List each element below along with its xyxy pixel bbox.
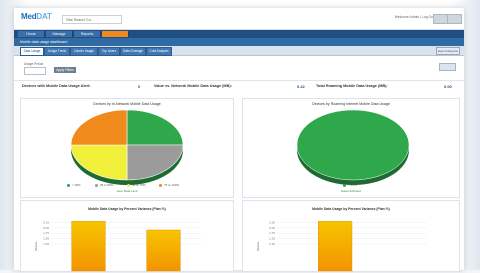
y-tick-label: 1.50	[269, 237, 275, 241]
header-button-1[interactable]	[433, 14, 448, 24]
main-nav: Home Manage Reports	[14, 30, 464, 38]
pie-panel-right: Devices by Roaming Internet Mobile Data …	[242, 98, 460, 198]
pie-slice-0[interactable]	[296, 109, 410, 181]
tab-carrier-usage[interactable]: Carrier Usage	[70, 47, 98, 56]
bar-1[interactable]	[146, 229, 181, 272]
pie-slice-3[interactable]	[70, 109, 128, 146]
nav-tab-home[interactable]: Home	[18, 31, 45, 37]
export-button[interactable]: Export Reports	[436, 47, 460, 55]
tab-usage-trend[interactable]: Usage Trend	[44, 47, 70, 56]
y-tick-label: 1.75	[43, 231, 49, 235]
pie-panel-left: Devices by In-Network Mobile Data Usage …	[20, 98, 234, 198]
pie-right-sublabel: Data Unlimited	[341, 189, 361, 193]
options-button[interactable]	[439, 63, 456, 71]
stat-value-alerts: 0	[138, 84, 141, 89]
legend-item: 75 to 100%	[159, 183, 179, 187]
bar-0[interactable]	[318, 221, 353, 272]
pie-slice-0[interactable]	[126, 109, 184, 146]
pie-slice-1[interactable]	[126, 144, 184, 181]
nav-tab-reports[interactable]: Reports	[74, 31, 101, 37]
legend-label: < 25%	[348, 183, 357, 187]
legend-item: < 25%	[67, 183, 81, 187]
y-tick-label: 2.00	[43, 226, 49, 230]
subnav-bar: Mobile data usage dashboard	[14, 38, 464, 46]
legend-item: 50 to 75%	[127, 183, 146, 187]
legend-swatch	[67, 183, 70, 187]
stats-row: Devices with Mobile Data Usage Alert: 0 …	[14, 80, 464, 97]
stat-label-roaming: Total Roaming Mobile Data Usage (MB):	[316, 84, 388, 88]
logo-accent: DAT	[36, 12, 52, 21]
legend-label: 50 to 75%	[132, 183, 146, 187]
bar-panel-right: Mobile Data Usage by Percent Variance (P…	[242, 200, 460, 272]
y-tick-label: 2.25	[269, 220, 275, 224]
legend-item: 25 to 50%	[95, 183, 114, 187]
header-button-2[interactable]	[447, 14, 462, 24]
bar-panel-left: Mobile Data Usage by Percent Variance (P…	[20, 200, 234, 272]
legend-swatch	[343, 183, 346, 187]
pie-left-sublabel: Over Data Limit	[116, 189, 138, 193]
report-tabs: Data Usage Usage Trend Carrier Usage Top…	[14, 46, 464, 56]
stat-label-network: Value vs. Network Mobile Data Usage (MB)…	[154, 84, 232, 88]
tab-data-overage[interactable]: Data Overage	[120, 47, 146, 56]
bar-left-chart: 2.25 2.001.75 1.501.25	[43, 220, 201, 272]
tab-cost-analysis[interactable]: Cost Analysis	[146, 47, 172, 56]
pie-slice-2[interactable]	[70, 144, 128, 181]
pie-left-title: Devices by In-Network Mobile Data Usage	[93, 102, 161, 106]
pie-left-chart	[70, 109, 184, 185]
pie-right-title: Devices by Roaming Internet Mobile Data …	[312, 102, 390, 106]
stat-value-roaming: 0.00	[444, 84, 452, 89]
legend-swatch	[95, 183, 98, 187]
app-window: MedDAT Site Brand Co. Welcome Admin | Lo…	[14, 8, 464, 272]
tab-data-usage[interactable]: Data Usage	[20, 47, 44, 56]
logo: MedDAT	[21, 12, 52, 21]
nav-tab-manage[interactable]: Manage	[46, 31, 73, 37]
legend-label: 25 to 50%	[100, 183, 114, 187]
bar-right-chart: 2.25 2.001.75 1.501.25	[269, 220, 427, 272]
legend-swatch	[127, 183, 130, 187]
bar-0[interactable]	[71, 221, 106, 272]
stat-label-alerts: Devices with Mobile Data Usage Alert:	[22, 84, 91, 88]
pie-left-legend: < 25% 25 to 50% 50 to 75% 75 to 100%	[67, 183, 207, 188]
subnav-title: Mobile data usage dashboard	[20, 40, 68, 44]
filter-label: Usage Period	[24, 62, 44, 66]
pie-right-legend: < 25%	[343, 183, 403, 188]
y-tick-label: 1.75	[269, 231, 275, 235]
stat-value-network: 0.22	[297, 84, 305, 89]
period-select[interactable]	[24, 67, 46, 75]
apply-filters-button[interactable]: Apply Filters	[54, 67, 76, 73]
y-tick-label: 2.25	[43, 220, 49, 224]
y-tick-label: 1.25	[43, 242, 49, 246]
user-info[interactable]: Welcome Admin | Log Out	[395, 15, 434, 19]
legend-label: 75 to 100%	[164, 183, 180, 187]
legend-item: < 25%	[343, 183, 357, 187]
company-selector-label: Site Brand Co.	[66, 17, 93, 22]
header: MedDAT Site Brand Co. Welcome Admin | Lo…	[14, 8, 464, 30]
nav-tab-active[interactable]	[102, 31, 129, 37]
pie-right-chart	[296, 109, 410, 185]
y-tick-label: 1.25	[269, 242, 275, 246]
legend-label: < 25%	[72, 183, 81, 187]
y-tick-label: 1.50	[43, 237, 49, 241]
tab-top-users[interactable]: Top Users	[98, 47, 120, 56]
legend-swatch	[159, 183, 162, 187]
logo-main: Med	[21, 12, 37, 21]
y-tick-label: 2.00	[269, 226, 275, 230]
